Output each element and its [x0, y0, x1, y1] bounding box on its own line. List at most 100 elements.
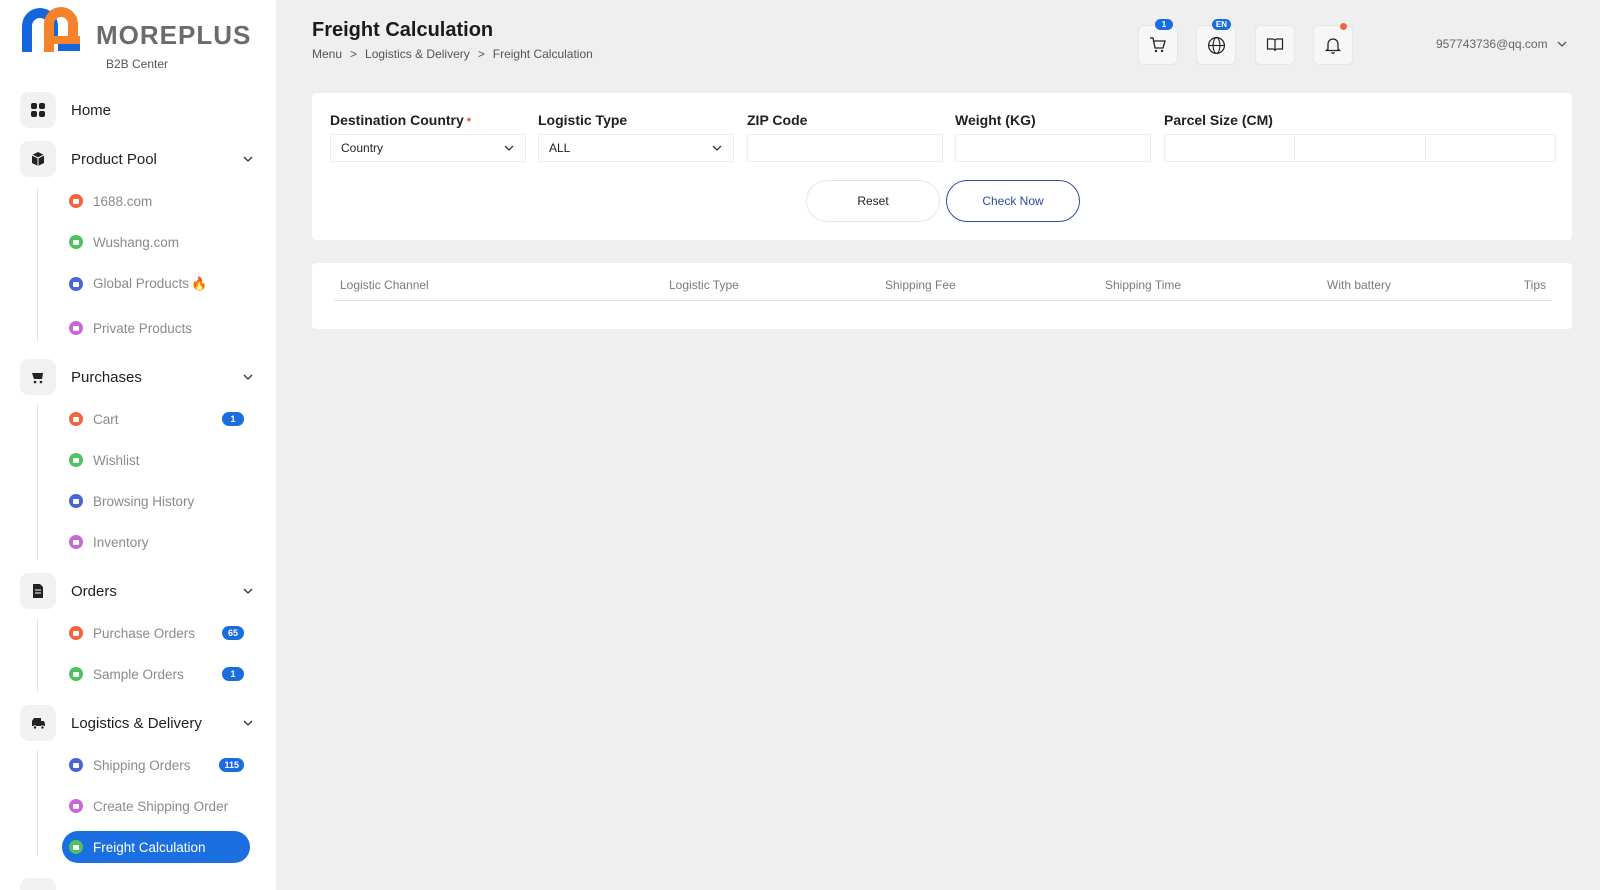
nav-orders-label: Orders: [71, 582, 117, 600]
breadcrumb-menu[interactable]: Menu: [312, 47, 342, 61]
logistic-type-value: ALL: [549, 141, 571, 155]
count-badge: 65: [222, 626, 244, 640]
bullet-icon: [69, 412, 83, 426]
bullet-icon: [69, 277, 83, 291]
zip-code-input[interactable]: [747, 134, 943, 162]
sidebar-item-label: Global Products 🔥: [93, 276, 208, 291]
brand: MOREPLUS B2B Center: [20, 6, 260, 76]
sidebar-item-purchase-orders[interactable]: Purchase Orders 65: [62, 617, 250, 649]
sidebar-item-label: Create Shipping Order: [93, 798, 229, 814]
parcel-width-input[interactable]: [1295, 135, 1426, 161]
cart-icon: [20, 359, 56, 395]
sidebar-item-wishlist[interactable]: Wishlist: [62, 444, 250, 476]
count-badge: 1: [222, 412, 244, 426]
sidebar-item-private-products[interactable]: Private Products: [62, 312, 250, 344]
parcel-size-inputs: [1164, 134, 1556, 162]
brand-name: MOREPLUS: [96, 20, 252, 50]
sidebar-item-create-shipping-order[interactable]: Create Shipping Order: [62, 790, 250, 822]
language-button[interactable]: EN: [1196, 19, 1236, 65]
sidebar-item-label: Wushang.com: [93, 234, 180, 250]
sidebar-item-cart[interactable]: Cart 1: [62, 403, 250, 435]
user-email: 957743736@qq.com: [1436, 37, 1548, 51]
chevron-down-icon: [243, 720, 253, 726]
logistic-type-label: Logistic Type: [538, 112, 628, 128]
guide-button[interactable]: [1255, 25, 1295, 65]
sidebar-item-label: Browsing History: [93, 493, 195, 509]
bullet-icon: [69, 667, 83, 681]
freight-form-card: Destination Country * Country Logistic Ty…: [312, 93, 1572, 240]
cart-count-badge: 1: [1155, 19, 1173, 30]
results-table: Logistic Channel Logistic Type Shipping …: [312, 263, 1572, 329]
nav-orders[interactable]: Orders: [20, 573, 256, 609]
sidebar-item-label: Cart: [93, 411, 119, 427]
nav-tree-line: [37, 750, 38, 856]
weight-label: Weight (KG): [955, 112, 1036, 128]
bullet-icon: [69, 626, 83, 640]
sidebar-item-global-products[interactable]: Global Products 🔥: [62, 268, 250, 300]
breadcrumb-separator: >: [350, 47, 358, 61]
sidebar: MOREPLUS B2B Center Home Product Pool 16…: [0, 0, 276, 890]
nav-logistics-label: Logistics & Delivery: [71, 714, 202, 732]
sidebar-item-label: Purchase Orders: [93, 625, 196, 641]
box-icon: [20, 141, 56, 177]
nav-more[interactable]: [20, 878, 256, 890]
sidebar-item-sample-orders[interactable]: Sample Orders 1: [62, 658, 250, 690]
bullet-icon: [69, 235, 83, 249]
chevron-down-icon: [243, 156, 253, 162]
bell-icon: [1324, 38, 1342, 54]
column-with-battery: With battery: [1327, 278, 1392, 292]
count-badge: 1: [222, 667, 244, 681]
nav-logistics-delivery[interactable]: Logistics & Delivery: [20, 705, 256, 741]
sidebar-item-inventory[interactable]: Inventory: [62, 526, 250, 558]
sidebar-item-label: Freight Calculation: [93, 839, 206, 855]
destination-country-select[interactable]: Country: [330, 134, 526, 162]
sidebar-item-browsing-history[interactable]: Browsing History: [62, 485, 250, 517]
breadcrumb-logistics[interactable]: Logistics & Delivery: [365, 47, 470, 61]
required-marker: *: [466, 116, 472, 128]
cart-button[interactable]: 1: [1138, 19, 1178, 65]
nav-home-label: Home: [71, 101, 112, 119]
check-now-button[interactable]: Check Now: [946, 180, 1080, 222]
nav-purchases-label: Purchases: [71, 368, 142, 386]
breadcrumb-separator: >: [477, 47, 485, 61]
chevron-down-icon: [712, 145, 722, 151]
bullet-icon: [69, 321, 83, 335]
count-badge: 115: [219, 758, 244, 772]
column-tips: Tips: [1523, 278, 1546, 292]
grid-icon: [20, 92, 56, 128]
nav-home[interactable]: Home: [20, 92, 256, 128]
column-shipping-time: Shipping Time: [1105, 278, 1182, 292]
nav-product-pool[interactable]: Product Pool: [20, 141, 256, 177]
weight-input[interactable]: [955, 134, 1151, 162]
chevron-down-icon: [243, 588, 253, 594]
sidebar-item-1688[interactable]: 1688.com: [62, 185, 250, 217]
parcel-height-input[interactable]: [1426, 135, 1555, 161]
sidebar-item-label: Private Products: [93, 320, 193, 336]
user-menu[interactable]: 957743736@qq.com: [1436, 37, 1568, 51]
bullet-icon: [69, 494, 83, 508]
sidebar-item-label: Shipping Orders: [93, 757, 191, 773]
fire-icon: 🔥: [191, 276, 208, 291]
chevron-down-icon: [504, 145, 514, 151]
bullet-icon: [69, 758, 83, 772]
bullet-icon: [69, 453, 83, 467]
chevron-down-icon: [1557, 41, 1567, 47]
parcel-length-input[interactable]: [1165, 135, 1296, 161]
logistic-type-select[interactable]: ALL: [538, 134, 734, 162]
brand-subtitle: B2B Center: [106, 57, 169, 71]
bullet-icon: [69, 799, 83, 813]
document-icon: [20, 573, 56, 609]
sidebar-item-wushang[interactable]: Wushang.com: [62, 226, 250, 258]
cart-icon: [1150, 37, 1166, 53]
column-shipping-fee: Shipping Fee: [885, 278, 956, 292]
notifications-button[interactable]: [1313, 23, 1353, 65]
sidebar-item-label: Wishlist: [93, 452, 140, 468]
breadcrumb: Menu > Logistics & Delivery > Freight Ca…: [312, 47, 593, 61]
reset-button[interactable]: Reset: [806, 180, 940, 222]
parcel-size-label: Parcel Size (CM): [1164, 112, 1273, 128]
sidebar-item-freight-calculation[interactable]: Freight Calculation: [62, 831, 250, 863]
breadcrumb-current: Freight Calculation: [492, 47, 593, 61]
sidebar-item-shipping-orders[interactable]: Shipping Orders 115: [62, 749, 250, 781]
nav-tree-line: [37, 618, 38, 692]
nav-purchases[interactable]: Purchases: [20, 359, 256, 395]
